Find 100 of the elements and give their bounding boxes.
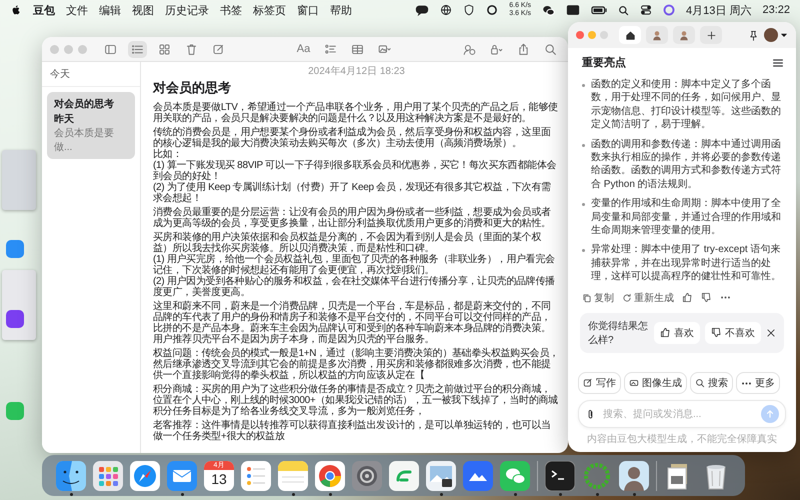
notepad-icon[interactable] (278, 460, 308, 490)
highlight-text: 函数的定义和使用：脚本中定义了多个函数，用于处理不同的任务，如问候用户、显示宠物信息、打印设计模型等。这些函数的定义简洁明了，易于理解。 (591, 78, 782, 132)
search-icon (544, 42, 557, 56)
caret-icon[interactable] (780, 31, 788, 39)
note-paragraph: (2) 用户因为受到各种贴心的服务和权益，会在社交媒体平台进行传播分享，让贝壳的品牌传播度更广，美誉度更高。 (153, 276, 556, 298)
chat-bubble-icon[interactable] (415, 3, 430, 17)
gallery-view-icon (158, 42, 171, 56)
dislike-button[interactable] (701, 292, 712, 304)
note-preview: 会员本质是要做... (54, 126, 115, 154)
copy-button[interactable]: 复制 (582, 290, 614, 305)
window-thumbnail[interactable] (2, 150, 36, 210)
text-format-button[interactable]: Aa (294, 41, 314, 57)
menu-item[interactable]: 窗口 (297, 2, 319, 18)
dislike-button[interactable]: 不喜欢 (705, 322, 761, 344)
control-center-icon[interactable] (640, 4, 652, 16)
shortcut-chip[interactable]: 更多 (736, 372, 780, 394)
pin-icon[interactable] (748, 30, 759, 40)
new-tab-button[interactable] (700, 26, 722, 44)
shield-icon[interactable] (463, 4, 476, 16)
trash-icon (185, 42, 198, 56)
menu-bar-date[interactable]: 4月13日 周六 (686, 2, 752, 18)
orb-icon[interactable] (663, 4, 676, 16)
regenerate-button[interactable]: 重新生成 (622, 290, 674, 305)
note-paragraph: (1) 算一下账发现买 88VIP 可以一下子得到很多联系会员和优惠券，买它！每次买东西都能体会到会员的好处！ (153, 160, 558, 182)
shortcut-chip[interactable]: 搜索 (690, 372, 733, 394)
home-icon (624, 30, 636, 40)
app-grid-icon[interactable] (93, 460, 123, 490)
thumbs-up-icon (682, 292, 693, 304)
refresh-icon (622, 292, 632, 303)
bullet-dot (582, 84, 585, 87)
menu-item[interactable]: 文件 (66, 2, 88, 18)
menu-item[interactable]: 视图 (132, 2, 154, 18)
note-list-item[interactable]: 对会员的思考 昨天 会员本质是要做... (47, 92, 135, 159)
thumbs-down-icon (711, 327, 722, 338)
note-paragraph: 这里和蔚来不同，蔚来是一个消费品牌，贝壳是一个平台，车是标品，都是蔚来交付的，不同品牌的车代表了用户的身份和情房子和装修不是平台交付的，不同平台可以交付同样的产品，比拼的不是产品本身。蔚来车主会因为品牌认可和受到的各种车响蔚来本身品牌的消费决策。用户推荐贝壳平台不是因为房子本身，而是因为贝壳的平台服务。 (153, 301, 552, 345)
split-face-icon[interactable] (56, 460, 86, 490)
note-paragraph: 会员本质是要做LTV，希望通过一个产品串联各个业务，用户用了某个贝壳的产品之后，能够使用关联的产品，会员只是解决要解决的问题是什么？以及用这种解决方案是不是最好的。 (153, 102, 559, 124)
close-icon[interactable] (766, 328, 776, 338)
note-paragraph: 消费会员最重要的是分层运营：让没有会员的用户因为身份或者一些利益，想要成为会员或者成为更高等级的会员，享受更多换量，出让部分利益换取优质用户更多的消费和更大的粘性。 (153, 207, 552, 229)
chat-bubbles-icon[interactable] (542, 4, 556, 16)
plus-icon (706, 30, 716, 40)
note-date: 昨天 (54, 112, 74, 126)
menu-item[interactable]: 帮助 (330, 2, 352, 18)
share-icon (517, 42, 530, 56)
disclaimer-text: 内容由豆包大模型生成，不能完全保障真实 (586, 432, 778, 447)
copy-icon (582, 292, 592, 303)
message-input-field[interactable]: 搜索、提问或发消息... (578, 400, 786, 428)
note-paragraph: 比如： (153, 149, 184, 160)
ring-icon[interactable] (486, 4, 498, 16)
menu-icon[interactable] (772, 56, 784, 68)
gear-icon[interactable] (352, 460, 382, 490)
compass-icon[interactable] (130, 460, 160, 490)
checklist-icon[interactable] (241, 460, 271, 490)
app-icon[interactable] (389, 460, 419, 490)
panel-title: 重要亮点 (582, 56, 626, 70)
like-button[interactable]: 喜欢 (654, 322, 700, 344)
menu-item[interactable]: 编辑 (99, 2, 121, 18)
close-button[interactable] (576, 31, 584, 39)
sidebar-toggle-icon (104, 42, 117, 56)
keyboard-layout-icon[interactable] (566, 3, 580, 17)
menu-item[interactable]: 历史记录 (165, 2, 209, 18)
tab[interactable] (619, 26, 641, 44)
menu-bar-clock[interactable]: 23:22 (762, 4, 790, 16)
like-button[interactable] (682, 292, 693, 304)
bullet-dot (582, 144, 585, 147)
section-header: 今天 (42, 62, 140, 87)
menu-item[interactable]: 标签页 (253, 2, 286, 18)
photo-viewer-icon[interactable] (426, 460, 456, 490)
table-icon (351, 42, 364, 56)
mountain-logo-icon[interactable] (463, 460, 493, 490)
message-input[interactable]: 搜索、提问或发消息... (601, 408, 756, 420)
search-icon (695, 378, 705, 388)
image-icon (629, 378, 639, 388)
menu-item[interactable]: 书签 (220, 2, 242, 18)
list-view-icon (131, 42, 144, 56)
feedback-question: 你觉得结果怎么样? (588, 320, 649, 347)
app-menu[interactable]: 豆包 (33, 2, 55, 18)
app-icon[interactable] (6, 310, 24, 328)
terminal-icon[interactable] (545, 460, 575, 490)
apple-logo-icon[interactable] (10, 4, 22, 16)
shortcut-chip[interactable]: 写作 (578, 372, 621, 394)
note-paragraph: 买房和装修的用户决策依据和会员权益是分离的，不会因为看到别人是会员（里面的某个权益）所以我去找你买房装修。所以贝消费决策，而是粘性和口碑。 (153, 232, 542, 254)
photo-caret-icon (378, 42, 392, 56)
list-view-button[interactable] (128, 40, 147, 58)
bullet-dot (582, 203, 585, 206)
avatar-icon[interactable] (764, 28, 778, 42)
note-timestamp: 2024年4月12日 18:23 (307, 65, 406, 78)
highlight-text: 异常处理：脚本中使用了 try-except 语句来捕获异常，并在出现异常时进行适当的处理，这样可以提高程序的健壮性和可靠性。 (591, 243, 782, 284)
highlight-text: 变量的作用域和生命周期：脚本中使用了全局变量和局部变量，并通过合理的作用域和生命周期来管理变量的使用。 (591, 197, 782, 238)
envelope-icon[interactable] (6, 240, 24, 258)
avatar-icon[interactable] (619, 460, 649, 490)
note-paragraph: (2) 为了使用 Keep 专属训练计划（付费）开了 Keep 会员，发现还有很多其它权益，下次有需求会想起！ (153, 182, 552, 204)
envelope-icon[interactable] (167, 460, 197, 490)
globe-icon[interactable] (440, 4, 452, 16)
search-icon[interactable] (618, 4, 630, 16)
shortcut-chip[interactable]: 图像生成 (624, 372, 687, 394)
checklist-icon (324, 42, 338, 56)
note-paragraph: (1) 用户买完房，给他一个会员权益礼包，里面包了贝壳的各种服务（非联业务），用户看完会记住，下次装修的时候想起还有能用了会更便宜，再次找到我们。 (153, 254, 556, 276)
bullet-dot (582, 249, 585, 252)
note-paragraph: 权益问题：传统会员的模式一般是1+N，通过（影响主要消费决策的）基础拳头权益购买会员，然后继承渗透交叉导流到其它会的前提是多次消费，用买房和装修都很难多次消费，也不能提供一个直接影响觉得的拳头权益，所以权益的方向应该从定在【 (153, 348, 560, 381)
